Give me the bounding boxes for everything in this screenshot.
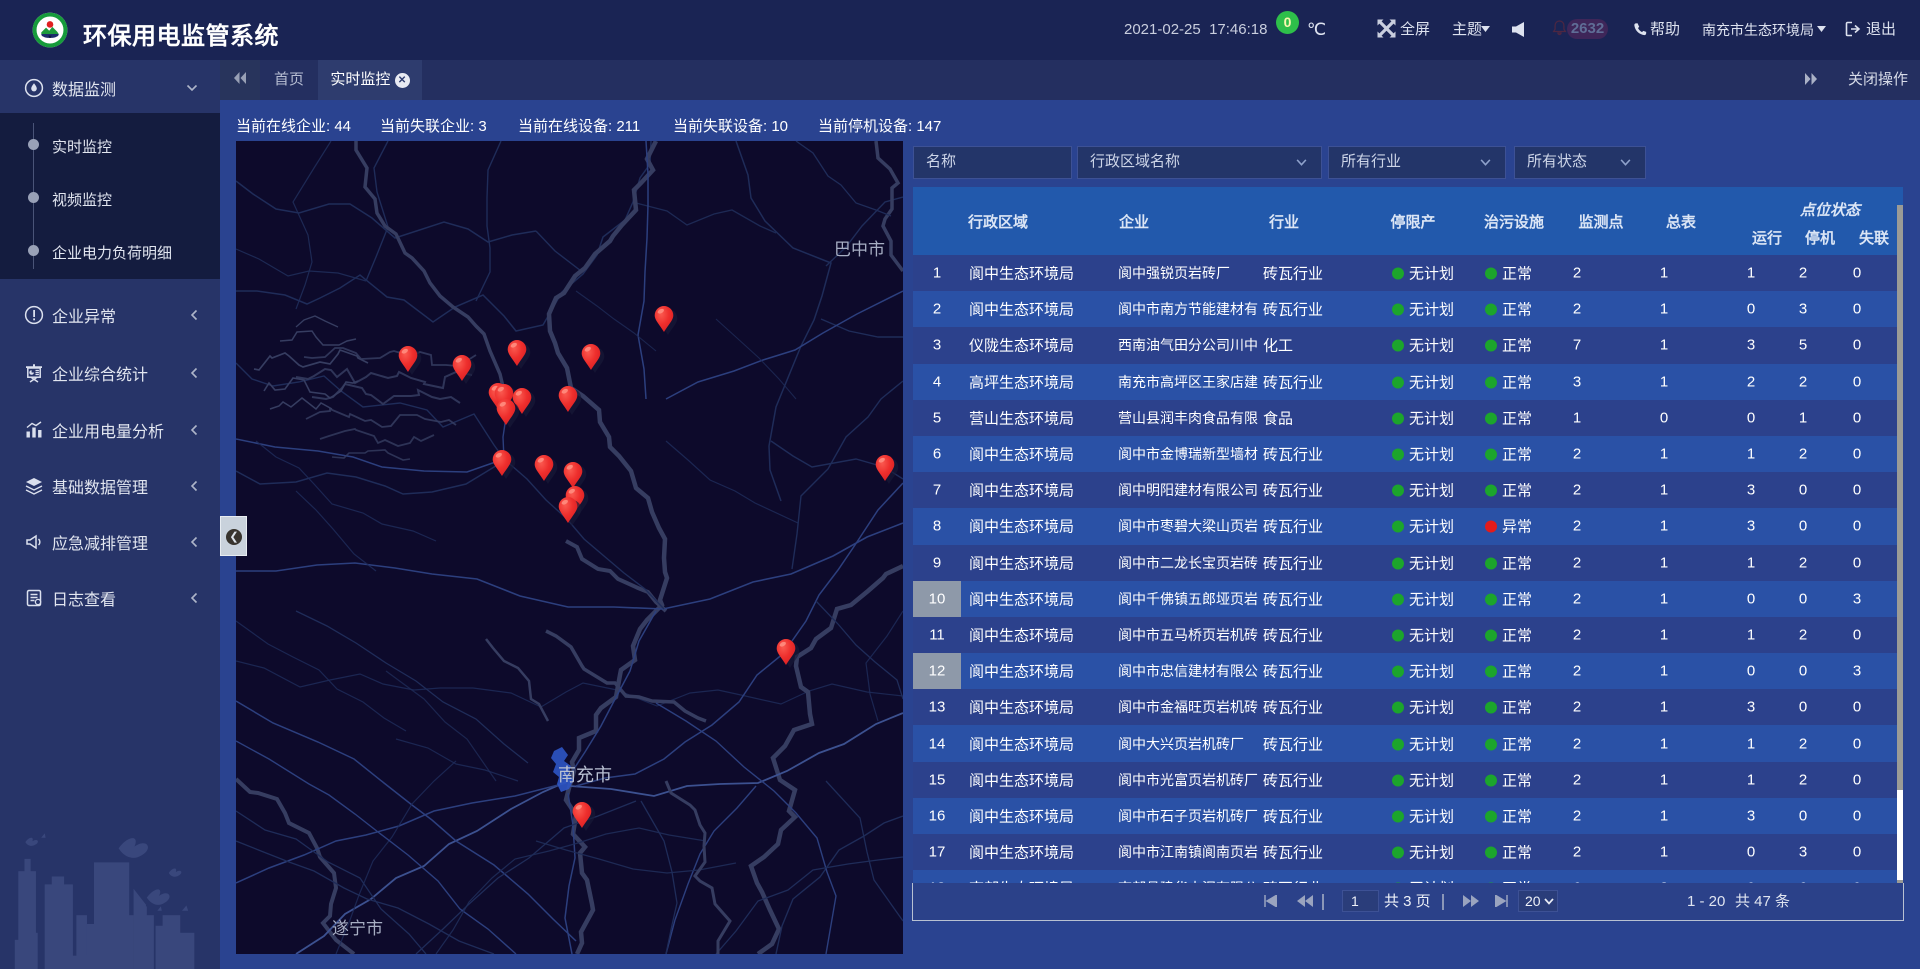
svg-text:巴中市: 巴中市 <box>834 240 885 259</box>
svg-text:南充市: 南充市 <box>558 765 612 785</box>
svg-text:遂宁市: 遂宁市 <box>332 919 383 938</box>
